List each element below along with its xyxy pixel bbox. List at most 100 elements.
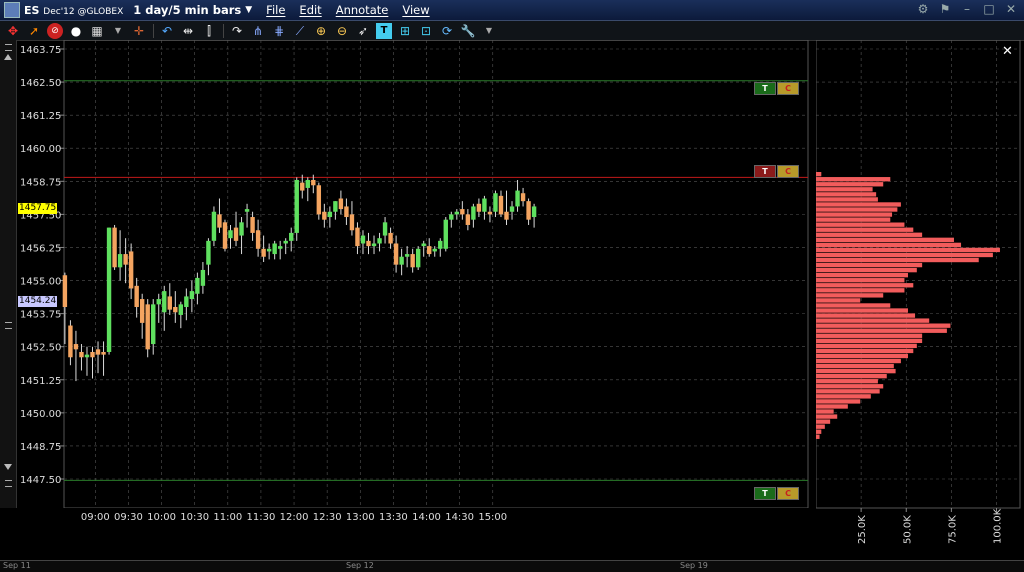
date-icon[interactable]: ⊞ <box>397 23 413 39</box>
separator <box>223 23 224 38</box>
candle-body <box>382 222 388 236</box>
candle <box>184 288 189 321</box>
candle <box>178 301 184 329</box>
fan-icon[interactable]: ⟋ <box>292 23 308 39</box>
chevron-down-icon[interactable]: ▼ <box>245 5 252 15</box>
candle <box>338 190 344 215</box>
candle-body <box>427 246 432 255</box>
menu-edit[interactable]: Edit <box>299 3 321 17</box>
candle <box>90 346 95 379</box>
maximize-icon[interactable]: □ <box>982 2 996 16</box>
fork-icon[interactable]: ⋔ <box>250 23 266 39</box>
candle <box>68 320 73 366</box>
price-chart[interactable]: 1463.75 1462.50 1461.25 1460.00 1458.75 1457.… <box>0 40 812 508</box>
close-panel-icon[interactable]: ✕ <box>1002 44 1013 59</box>
app-icon[interactable] <box>4 2 20 18</box>
candle-body <box>173 306 178 313</box>
candle-body <box>68 325 73 358</box>
pointer-icon[interactable]: ➶ <box>355 23 371 39</box>
volume-bar <box>816 262 923 268</box>
candle <box>195 272 200 305</box>
candle <box>399 248 404 276</box>
volume-bar <box>816 409 834 414</box>
candle-body <box>233 227 239 241</box>
candle-body <box>366 240 371 247</box>
bars-icon[interactable]: ⫿ <box>201 23 217 39</box>
volume-bar <box>816 419 831 424</box>
candle-body <box>79 351 84 358</box>
transmit-badge[interactable]: T <box>754 81 776 95</box>
candle-body <box>84 354 90 358</box>
price-axis-label: 1451.25 <box>20 376 61 387</box>
wrench-icon[interactable]: 🔧 <box>460 23 476 39</box>
more-icon[interactable]: ▼ <box>481 23 497 39</box>
cancel-badge[interactable]: C <box>777 487 799 500</box>
volume-bar <box>816 389 880 394</box>
candle <box>228 224 233 249</box>
candle <box>360 230 366 255</box>
minimize-icon[interactable]: – <box>960 2 974 16</box>
link-icon[interactable]: ⚑ <box>938 2 952 16</box>
cancel-badge[interactable]: C <box>777 81 799 95</box>
no-entry-icon[interactable]: ⊘ <box>47 22 63 39</box>
candle-body <box>393 243 399 265</box>
undo-icon[interactable]: ↶ <box>159 23 175 39</box>
candle <box>283 238 288 255</box>
mirror-icon[interactable]: ⇹ <box>180 23 196 39</box>
navigation-timebar[interactable]: Sep 11 Sep 12 Sep 19 <box>0 560 1024 572</box>
volume-axis-label: 50.0K <box>902 515 913 544</box>
menu-annotate[interactable]: Annotate <box>336 3 389 17</box>
candle <box>349 201 355 236</box>
separator <box>153 23 154 38</box>
volume-profile-chart[interactable]: 25.0K 50.0K 75.0K 100.0K <box>816 40 1024 560</box>
text-icon[interactable]: T <box>376 22 392 39</box>
time-icon[interactable]: ⊡ <box>418 23 434 39</box>
zoom-out-icon[interactable]: ⊖ <box>334 23 350 39</box>
candle-body <box>167 296 172 310</box>
zoom-in-icon[interactable]: ⊕ <box>313 23 329 39</box>
bar-setting[interactable]: 1 day/5 min bars <box>133 3 241 17</box>
transmit-badge[interactable]: T <box>754 165 776 179</box>
lock-icon[interactable]: ⚙ <box>916 2 930 16</box>
candle <box>404 246 410 268</box>
arrow-icon[interactable]: ➚ <box>26 23 42 39</box>
candle-body <box>504 211 509 220</box>
menu-file[interactable]: File <box>266 3 285 17</box>
candle-body <box>139 299 145 323</box>
contract-symbol[interactable]: ES Dec'12 @GLOBEX <box>24 4 123 17</box>
close-icon[interactable]: ✕ <box>1004 2 1018 16</box>
menu-view[interactable]: View <box>402 3 429 17</box>
volume-bar <box>816 363 894 369</box>
candle-body <box>73 344 79 350</box>
candle <box>244 203 250 228</box>
candle-body <box>388 232 393 244</box>
redo-icon[interactable]: ↷ <box>229 23 245 39</box>
candle-body <box>228 230 233 239</box>
candle <box>239 217 244 255</box>
cursor-icon[interactable]: ✛ <box>131 23 147 39</box>
circle-icon[interactable]: ● <box>68 23 84 39</box>
volume-bar <box>816 353 908 359</box>
price-axis-label: 1450.00 <box>20 409 61 420</box>
candle-body <box>217 214 222 228</box>
candle-body <box>327 211 333 218</box>
layout-icon[interactable]: ▦ <box>89 23 105 39</box>
candle-body <box>294 179 299 233</box>
transmit-badge[interactable]: T <box>754 487 776 500</box>
candle-body <box>195 277 200 294</box>
pitchfork-icon[interactable]: ⋕ <box>271 23 287 39</box>
candle-body <box>289 232 294 241</box>
candle-body <box>283 240 288 244</box>
candle <box>211 206 217 247</box>
volume-bar <box>816 247 1000 253</box>
cancel-badge[interactable]: C <box>777 165 799 179</box>
candle-body <box>211 211 217 241</box>
volume-bar <box>816 267 917 273</box>
candle <box>139 293 145 339</box>
candle <box>460 201 465 220</box>
crosshair-icon[interactable]: ✥ <box>5 23 21 39</box>
dropdown-icon[interactable]: ▼ <box>110 23 126 39</box>
volume-bar <box>816 434 820 439</box>
refresh-icon[interactable]: ⟳ <box>439 23 455 39</box>
candle <box>84 346 90 376</box>
